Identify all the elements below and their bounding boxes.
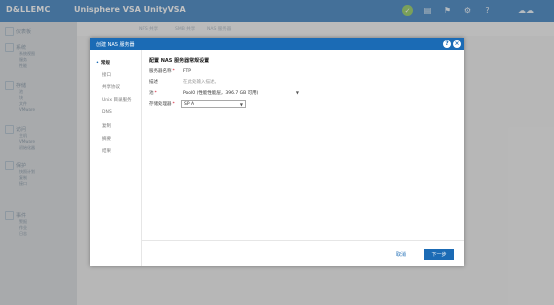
wizard-step-results[interactable]: 结果 [102, 148, 111, 154]
wizard-step-general[interactable]: 常规 [96, 60, 110, 66]
chevron-down-icon: ▼ [295, 90, 299, 95]
server-name-input[interactable]: FTP [181, 67, 301, 75]
description-label: 描述 [149, 80, 158, 85]
wizard-step-replication[interactable]: 复制 [102, 123, 111, 129]
storage-processor-select[interactable]: SP A ▼ [181, 100, 246, 108]
dialog-footer: 取消 下一步 [142, 240, 464, 267]
help-icon[interactable]: ? [443, 40, 451, 48]
wizard-step-summary[interactable]: 摘要 [102, 136, 111, 142]
dialog-title: 创建 NAS 服务器 [96, 42, 135, 48]
pool-label: 池* [149, 91, 157, 96]
create-nas-server-dialog: 创建 NAS 服务器 ? × 常规 接口 共享协议 Unix 目录服务 DNS … [90, 38, 464, 266]
description-input[interactable]: 在此处输入描述。 [181, 78, 301, 86]
wizard-step-sharing-protocols[interactable]: 共享协议 [102, 84, 120, 90]
wizard-step-dns[interactable]: DNS [102, 110, 112, 115]
server-name-label: 服务器名称* [149, 69, 175, 74]
chevron-down-icon: ▼ [239, 102, 243, 107]
wizard-step-interfaces[interactable]: 接口 [102, 72, 111, 78]
dialog-header: 创建 NAS 服务器 ? × [90, 38, 464, 50]
close-icon[interactable]: × [453, 40, 461, 48]
next-button[interactable]: 下一步 [424, 249, 454, 260]
wizard-steps: 常规 接口 共享协议 Unix 目录服务 DNS 复制 摘要 结果 [90, 50, 142, 266]
pool-select[interactable]: Pool0 (性能性能层，396.7 GB 可用) ▼ [181, 89, 301, 97]
wizard-step-unix-directory[interactable]: Unix 目录服务 [102, 97, 132, 103]
section-title: 配置 NAS 服务器常规设置 [149, 58, 210, 64]
cancel-button[interactable]: 取消 [396, 251, 406, 258]
storage-processor-label: 存储处理器* [149, 102, 175, 107]
wizard-content: 配置 NAS 服务器常规设置 服务器名称* FTP 描述 在此处输入描述。 池*… [142, 50, 464, 240]
